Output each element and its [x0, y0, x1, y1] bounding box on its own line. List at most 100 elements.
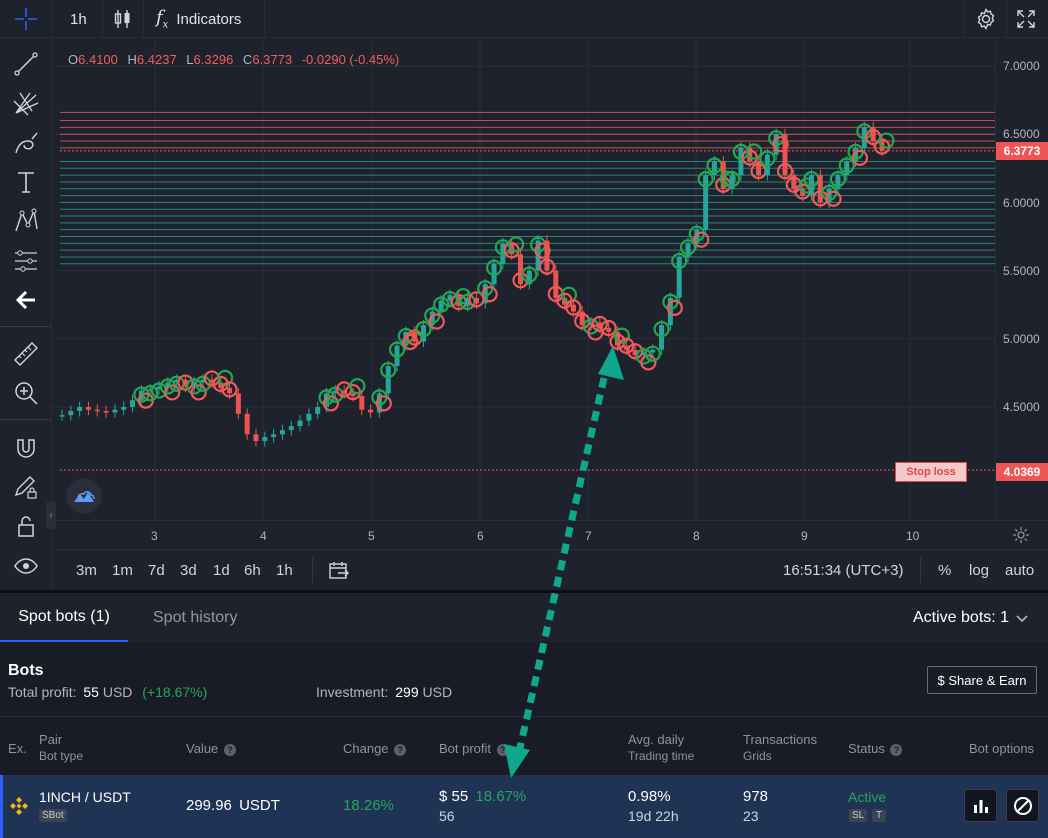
- clock-timezone[interactable]: 16:51:34 (UTC+3): [783, 550, 903, 591]
- high-value: 6.4237: [136, 52, 177, 67]
- gann-fan-tool[interactable]: [10, 87, 42, 119]
- active-bots-dropdown[interactable]: Active bots: 1: [913, 593, 1029, 642]
- investment-label: Investment:: [316, 684, 389, 700]
- time-tick: 6: [477, 529, 484, 543]
- candle-body: [227, 387, 233, 394]
- collapse-handle[interactable]: ‹: [46, 501, 56, 529]
- candle-body: [676, 256, 682, 298]
- log-scale-button[interactable]: log: [969, 550, 989, 591]
- percent-scale-button[interactable]: %: [938, 550, 951, 591]
- close-value: 6.3773: [252, 52, 293, 67]
- lock-drawing-tool[interactable]: [10, 471, 42, 503]
- price-axis[interactable]: [995, 38, 1048, 520]
- zoom-tool[interactable]: [10, 377, 42, 409]
- range-3d-button[interactable]: 3d: [180, 550, 197, 591]
- magnet-icon: [17, 439, 35, 458]
- stop-bot-button[interactable]: [1006, 789, 1039, 822]
- toolbar-divider: [0, 419, 52, 420]
- range-1h-button[interactable]: 1h: [276, 550, 293, 591]
- back-tool[interactable]: [10, 284, 42, 316]
- candle-body: [659, 325, 665, 350]
- ruler-icon: [14, 342, 38, 366]
- investment-currency: USD: [422, 684, 453, 700]
- low-value: 6.3296: [193, 52, 234, 67]
- text-tool[interactable]: [10, 166, 42, 198]
- brush-icon: [15, 132, 38, 154]
- trend-line-icon: [14, 52, 38, 76]
- brush-tool[interactable]: [10, 127, 42, 159]
- bot-type-badge: SBot: [39, 809, 67, 822]
- col-change[interactable]: Change ?: [343, 740, 407, 757]
- col-change-label: Change: [343, 741, 389, 756]
- visibility-tool[interactable]: [10, 550, 42, 582]
- interval-button[interactable]: 1h: [70, 0, 87, 38]
- time-axis[interactable]: ‹: [46, 501, 1048, 549]
- tag-t: T: [872, 809, 887, 822]
- help-icon[interactable]: ?: [496, 744, 509, 756]
- cloud-logo-icon: [74, 491, 95, 502]
- bot-profit-pct: 18.67%: [475, 788, 527, 805]
- drawing-toolbar: [0, 38, 52, 590]
- settings-button[interactable]: [974, 0, 998, 38]
- open-value: 6.4100: [78, 52, 118, 67]
- auto-scale-button[interactable]: auto: [1005, 550, 1034, 591]
- tag-sl: SL: [849, 809, 868, 822]
- candle-body: [544, 240, 550, 271]
- price-chart[interactable]: [52, 38, 995, 520]
- active-bots-label: Active bots: 1: [913, 608, 1010, 626]
- share-earn-button[interactable]: $ Share & Earn: [927, 666, 1037, 694]
- chart-canvas[interactable]: [52, 38, 995, 520]
- price-tick: 6.5000: [1003, 127, 1040, 141]
- range-3m-button[interactable]: 3m: [76, 550, 97, 591]
- stop-loss-label[interactable]: Stop loss: [895, 462, 967, 482]
- lock-all-tool[interactable]: [10, 510, 42, 542]
- price-tick: 6.0000: [1003, 196, 1040, 210]
- bot-chart-button[interactable]: [964, 789, 997, 822]
- help-icon[interactable]: ?: [394, 744, 407, 756]
- col-status[interactable]: Status ?: [848, 740, 903, 757]
- crosshair-icon: [14, 8, 37, 30]
- toolbar-divider: [1006, 0, 1007, 38]
- range-1d-button[interactable]: 1d: [213, 550, 230, 591]
- help-icon[interactable]: ?: [223, 744, 236, 756]
- measure-tool[interactable]: [10, 338, 42, 370]
- bot-profit: $ 55 18.67%: [439, 788, 526, 805]
- tab-spot-bots[interactable]: Spot bots (1): [0, 593, 128, 642]
- range-1m-button[interactable]: 1m: [112, 550, 133, 591]
- candle-body: [315, 407, 321, 414]
- col-bot-profit[interactable]: Bot profit ?: [439, 740, 509, 757]
- time-tick: 5: [368, 529, 375, 543]
- indicators-button[interactable]: fx Indicators: [156, 0, 241, 38]
- magnet-tool[interactable]: [10, 432, 42, 464]
- fullscreen-button[interactable]: [1016, 0, 1036, 38]
- help-icon[interactable]: ?: [890, 744, 903, 756]
- chart-type-button[interactable]: [113, 0, 133, 38]
- fx-icon: fx: [156, 7, 169, 31]
- table-row[interactable]: [0, 775, 1048, 838]
- range-6h-button[interactable]: 6h: [244, 550, 261, 591]
- time-tick: 9: [801, 529, 808, 543]
- zoom-in-icon: [15, 382, 38, 405]
- crosshair-tool[interactable]: [0, 0, 52, 38]
- time-tick: 7: [585, 529, 592, 543]
- pattern-tool[interactable]: [10, 205, 42, 237]
- tab-spot-history[interactable]: Spot history: [153, 593, 237, 642]
- range-7d-button[interactable]: 7d: [148, 550, 165, 591]
- axis-settings-icon[interactable]: [1012, 526, 1030, 544]
- col-value[interactable]: Value ?: [186, 740, 236, 757]
- candle-body: [94, 409, 100, 412]
- ohlc-legend: O6.4100 H6.4237 L6.3296 C6.3773 -0.0290 …: [68, 52, 405, 67]
- low-label: L: [186, 52, 194, 67]
- candle-body: [421, 325, 427, 342]
- candle-body: [279, 430, 285, 435]
- chevron-down-icon: [1016, 614, 1028, 622]
- pair-name[interactable]: 1INCH / USDT: [39, 789, 131, 805]
- app-root: 1h fx Indicators O6.4100 H6.4237 L6.3296…: [0, 0, 1048, 838]
- candle-body: [297, 420, 303, 427]
- grids-value: 23: [743, 808, 759, 824]
- prediction-tool[interactable]: [10, 245, 42, 277]
- goto-date-button[interactable]: [328, 550, 350, 591]
- stop-icon: [1013, 796, 1032, 815]
- trend-line-tool[interactable]: [10, 48, 42, 80]
- tradingview-logo[interactable]: [66, 478, 102, 514]
